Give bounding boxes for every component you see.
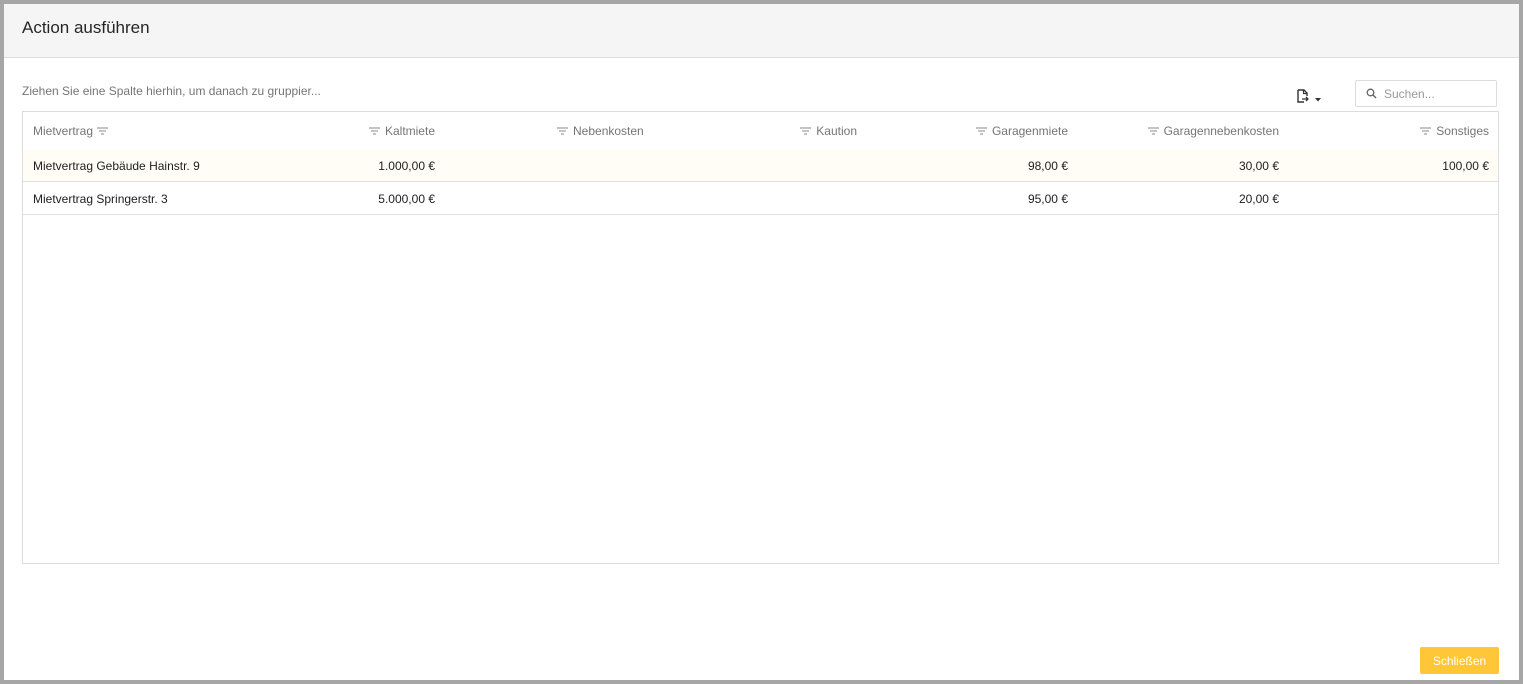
cell-garagennebenkosten: 30,00 €	[1238, 158, 1279, 173]
filter-icon[interactable]	[975, 126, 988, 136]
filter-icon[interactable]	[97, 126, 109, 136]
cell-garagenmiete: 95,00 €	[1027, 191, 1068, 206]
search-box[interactable]	[1355, 80, 1497, 107]
table-row[interactable]: Mietvertrag Gebäude Hainstr. 9 1.000,00 …	[23, 149, 1498, 182]
column-label: Kaution	[816, 123, 857, 138]
cell-nebenkosten	[453, 149, 645, 182]
caret-down-icon	[1315, 89, 1321, 107]
column-label: Kaltmiete	[384, 123, 435, 138]
cell-kaution	[663, 182, 857, 215]
dialog-header: Action ausführen	[4, 4, 1519, 58]
column-header-garagennebenkosten[interactable]: Garagennebenkosten	[1083, 112, 1279, 149]
column-header-garagenmiete[interactable]: Garagenmiete	[873, 112, 1068, 149]
action-dialog: Action ausführen Ziehen Sie eine Spalte …	[0, 0, 1523, 684]
cell-garagenmiete: 98,00 €	[1027, 158, 1068, 173]
grid-header: Mietvertrag Kaltmiete Nebenkosten Kautio…	[23, 112, 1498, 150]
group-panel[interactable]: Ziehen Sie eine Spalte hierhin, um danac…	[22, 84, 321, 98]
column-label: Garagennebenkosten	[1163, 123, 1279, 138]
column-label: Mietvertrag	[33, 123, 94, 138]
export-file-icon	[1297, 88, 1309, 108]
column-label: Garagenmiete	[991, 123, 1068, 138]
table-row[interactable]: Mietvertrag Springerstr. 3 5.000,00 € 95…	[23, 182, 1498, 215]
filter-icon[interactable]	[368, 126, 381, 136]
column-label: Nebenkosten	[573, 123, 644, 138]
filter-icon[interactable]	[1147, 126, 1160, 136]
filter-icon[interactable]	[557, 126, 569, 136]
column-header-mietvertrag[interactable]: Mietvertrag	[33, 112, 233, 149]
dialog-title: Action ausführen	[22, 18, 150, 37]
search-input[interactable]	[1384, 86, 1484, 101]
filter-icon[interactable]	[800, 126, 812, 136]
filter-icon[interactable]	[1420, 126, 1432, 136]
cell-nebenkosten	[453, 182, 645, 215]
cell-kaution	[663, 149, 857, 182]
column-label: Sonstiges	[1436, 123, 1489, 138]
data-grid: Mietvertrag Kaltmiete Nebenkosten Kautio…	[22, 111, 1499, 564]
close-button[interactable]: Schließen	[1420, 647, 1499, 674]
export-button[interactable]	[1289, 85, 1329, 111]
column-header-sonstiges[interactable]: Sonstiges	[1293, 112, 1489, 149]
cell-sonstiges: 100,00 €	[1442, 158, 1489, 173]
cell-kaltmiete: 1.000,00 €	[378, 158, 435, 173]
column-header-kaltmiete[interactable]: Kaltmiete	[253, 112, 435, 149]
cell-garagennebenkosten: 20,00 €	[1238, 191, 1279, 206]
search-icon	[1366, 88, 1378, 100]
column-header-kaution[interactable]: Kaution	[663, 112, 857, 149]
cell-kaltmiete: 5.000,00 €	[378, 191, 435, 206]
cell-sonstiges	[1293, 182, 1489, 215]
